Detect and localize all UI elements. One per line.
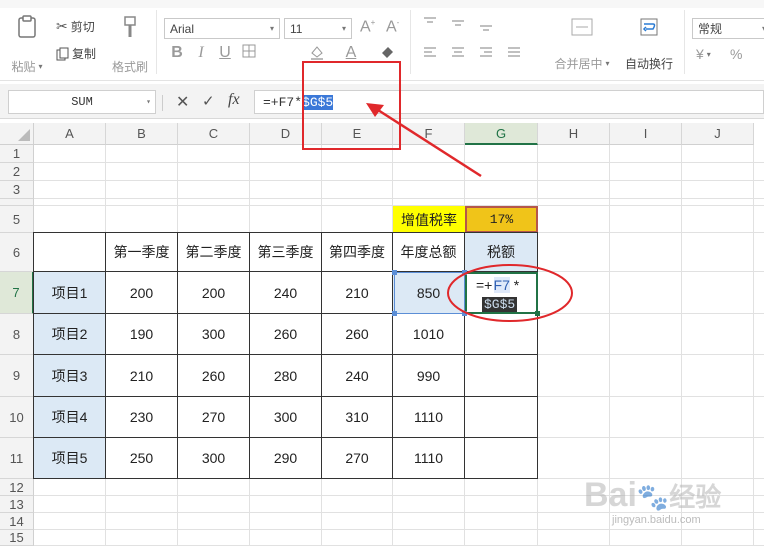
- annotation-box: [302, 61, 401, 150]
- baidu-watermark: Bai🐾经验: [584, 476, 721, 515]
- watermark-brand-cn: 经验: [669, 482, 722, 512]
- watermark-brand: Bai: [584, 476, 637, 514]
- paw-icon: 🐾: [636, 482, 670, 512]
- annotation-layer: [302, 61, 573, 322]
- arrow-head-icon: [366, 103, 384, 117]
- watermark-url: jingyan.baidu.com: [612, 514, 701, 526]
- annotation-ellipse: [447, 264, 573, 322]
- annotation-arrow: [377, 108, 482, 178]
